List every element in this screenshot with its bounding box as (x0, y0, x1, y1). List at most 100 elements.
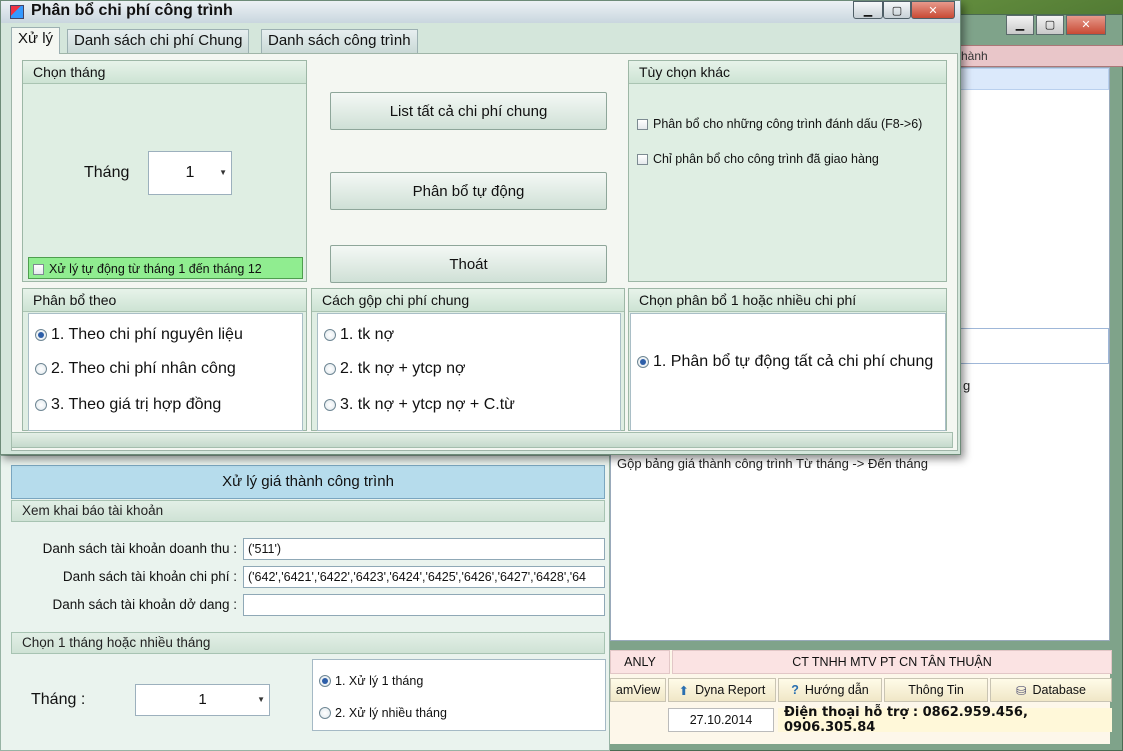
radio-unchecked-icon (35, 399, 47, 411)
radio-labor-cost[interactable]: 2. Theo chi phí nhân công (35, 360, 236, 378)
month-label: Tháng (84, 164, 130, 181)
chevron-down-icon[interactable]: ▼ (257, 685, 265, 715)
auto-process-checkbox[interactable]: Xử lý tự động từ tháng 1 đến tháng 12 (33, 262, 262, 276)
options-group: Tùy chọn khác Phân bổ cho những công trì… (628, 60, 947, 282)
radio-material-cost[interactable]: 1. Theo chi phí nguyên liệu (35, 326, 243, 344)
date-display: 27.10.2014 (668, 708, 774, 732)
maximize-icon[interactable]: ▢ (883, 1, 911, 19)
radio-multi-label: 2. Xử lý nhiều tháng (335, 706, 447, 720)
month-group: Chọn tháng Tháng 1 ▼ Xử lý tự động từ th… (22, 60, 307, 282)
month-select[interactable]: 1 ▼ (148, 151, 232, 195)
radio-debit-label: 1. tk nợ (340, 326, 395, 343)
dialog-titlebar[interactable]: Phân bổ chi phí công trình ▁ ▢ ✕ (1, 1, 960, 23)
checkbox-icon (33, 263, 44, 275)
expense-accounts-field[interactable]: ('642','6421','6422','6423','6424','6425… (243, 566, 605, 588)
tab-process[interactable]: Xử lý (11, 27, 61, 54)
teamviewer-label: amView (615, 683, 661, 697)
process-mode-group: 1. Xử lý 1 tháng 2. Xử lý nhiều tháng (312, 659, 606, 731)
radio-debit-cost-label: 2. tk nợ + ytcp nợ (340, 360, 466, 377)
wip-accounts-label: Danh sách tài khoản dở dang : (52, 597, 237, 612)
radio-unchecked-icon (319, 707, 331, 719)
auto-process-label: Xử lý tự động từ tháng 1 đến tháng 12 (49, 262, 262, 276)
radio-contract-value[interactable]: 3. Theo giá trị hợp đồng (35, 396, 221, 414)
merge-method-options: 1. tk nợ 2. tk nợ + ytcp nợ 3. tk nợ + y… (317, 313, 621, 431)
dyna-report-label: Dyna Report (695, 683, 766, 697)
marked-projects-checkbox[interactable]: Phân bổ cho những công trình đánh dấu (F… (637, 117, 922, 131)
main-tab-label: hành (961, 49, 988, 63)
support-phone: Điện thoại hỗ trợ : 0862.959.456, 0906.3… (778, 705, 1112, 735)
month-select-value: 1 (198, 691, 207, 708)
info-label: Thông Tin (908, 683, 964, 697)
text-fragment: g (963, 378, 971, 393)
merge-method-group: Cách gộp chi phí chung 1. tk nợ 2. tk nợ… (311, 288, 625, 431)
allocation-scope-options: 1. Phân bổ tự động tất cả chi phí chung (630, 313, 946, 431)
dialog-title: Phân bổ chi phí công trình (31, 2, 233, 19)
checkbox-icon (637, 118, 648, 130)
help-button[interactable]: ? Hướng dẫn (778, 678, 882, 702)
revenue-accounts-field[interactable]: ('511') (243, 538, 605, 560)
merge-range-label: Gộp bảng giá thành công trình Từ tháng -… (617, 456, 928, 471)
dyna-report-button[interactable]: ⬆ Dyna Report (668, 678, 776, 702)
app-icon (10, 5, 24, 19)
exit-button[interactable]: Thoát (330, 245, 607, 283)
radio-material-label: 1. Theo chi phí nguyên liệu (51, 326, 243, 343)
info-button[interactable]: Thông Tin (884, 678, 988, 702)
month-group-header: Chọn tháng (23, 61, 306, 84)
radio-single-label: 1. Xử lý 1 tháng (335, 674, 424, 688)
radio-unchecked-icon (35, 363, 47, 375)
main-tab[interactable]: hành (954, 45, 1123, 67)
allocate-by-header: Phân bổ theo (23, 289, 306, 312)
allocation-scope-header: Chọn phân bổ 1 hoặc nhiều chi phí (629, 289, 946, 312)
radio-single-month[interactable]: 1. Xử lý 1 tháng (319, 674, 423, 688)
revenue-accounts-label: Danh sách tài khoản doanh thu : (42, 541, 237, 556)
checkbox-icon (637, 153, 648, 165)
company-short: ANLY (610, 650, 670, 674)
radio-contract-label: 3. Theo giá trị hợp đồng (51, 396, 222, 413)
month-label: Tháng : (31, 691, 86, 708)
list-all-button[interactable]: List tất cả chi phí chung (330, 92, 607, 130)
tab-common-costs[interactable]: Danh sách chi phí Chung (67, 29, 250, 53)
help-label: Hướng dẫn (804, 683, 869, 697)
database-button[interactable]: ⛁ Database (990, 678, 1112, 702)
month-select-value: 1 (185, 164, 195, 181)
minimize-icon[interactable]: ▁ (853, 1, 883, 19)
allocate-by-group: Phân bổ theo 1. Theo chi phí nguyên liệu… (22, 288, 307, 431)
close-icon[interactable]: ✕ (1066, 15, 1106, 35)
marked-projects-label: Phân bổ cho những công trình đánh dấu (F… (653, 117, 923, 131)
panel-title: Xử lý giá thành công trình (11, 465, 605, 499)
help-icon: ? (791, 683, 799, 697)
wip-accounts-field[interactable] (243, 594, 605, 616)
radio-debit-account[interactable]: 1. tk nợ (324, 326, 394, 344)
chevron-down-icon[interactable]: ▼ (219, 152, 227, 194)
radio-multi-month[interactable]: 2. Xử lý nhiều tháng (319, 706, 447, 720)
radio-checked-icon (637, 356, 649, 368)
radio-unchecked-icon (324, 399, 336, 411)
maximize-icon[interactable]: ▢ (1036, 15, 1064, 35)
company-name: CT TNHH MTV PT CN TÂN THUẬN (672, 650, 1112, 674)
radio-auto-all[interactable]: 1. Phân bổ tự động tất cả chi phí chung (637, 353, 933, 371)
allocation-dialog: Phân bổ chi phí công trình ▁ ▢ ✕ Xử lý D… (0, 0, 961, 455)
auto-allocate-button[interactable]: Phân bổ tự động (330, 172, 607, 210)
database-label: Database (1032, 683, 1086, 697)
tab-projects[interactable]: Danh sách công trình (261, 29, 418, 53)
teamviewer-button[interactable]: amView (610, 678, 666, 702)
radio-debit-cost-element[interactable]: 2. tk nợ + ytcp nợ (324, 360, 465, 378)
delivered-projects-checkbox[interactable]: Chỉ phân bổ cho công trình đã giao hàng (637, 152, 879, 166)
cost-processing-panel: Xử lý giá thành công trình Xem khai báo … (0, 455, 610, 751)
minimize-icon[interactable]: ▁ (1006, 15, 1034, 35)
expense-accounts-label: Danh sách tài khoản chi phí : (62, 569, 237, 584)
footer: ANLY CT TNHH MTV PT CN TÂN THUẬN amView … (610, 650, 1112, 744)
dialog-status-bar (11, 432, 953, 448)
radio-checked-icon (35, 329, 47, 341)
radio-labor-label: 2. Theo chi phí nhân công (51, 360, 236, 377)
close-icon[interactable]: ✕ (911, 1, 955, 19)
month-select[interactable]: 1 ▼ (135, 684, 270, 716)
radio-debit-voucher-label: 3. tk nợ + ytcp nợ + C.từ (340, 396, 515, 413)
radio-unchecked-icon (324, 329, 336, 341)
radio-debit-cost-voucher[interactable]: 3. tk nợ + ytcp nợ + C.từ (324, 396, 515, 414)
auto-process-bar: Xử lý tự động từ tháng 1 đến tháng 12 (28, 257, 303, 279)
months-section-header: Chọn 1 tháng hoặc nhiều tháng (11, 632, 605, 654)
allocation-scope-group: Chọn phân bổ 1 hoặc nhiều chi phí 1. Phâ… (628, 288, 947, 431)
options-group-header: Tùy chọn khác (629, 61, 946, 84)
accounts-section-header: Xem khai báo tài khoản (11, 500, 605, 522)
